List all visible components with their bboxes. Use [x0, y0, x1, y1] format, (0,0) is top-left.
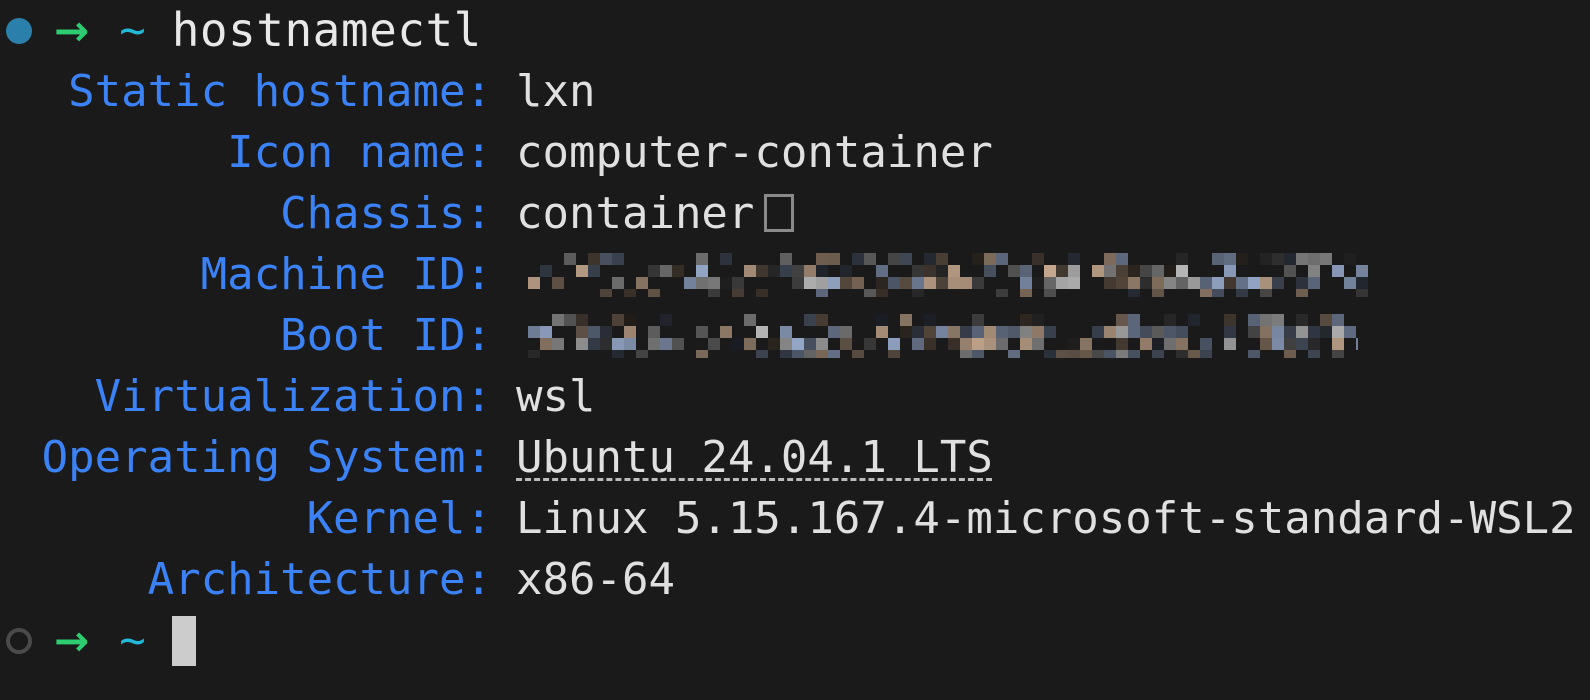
- output-row-label: Static hostname:: [68, 66, 492, 117]
- output-row: Virtualization: wsl: [0, 366, 1590, 427]
- output-row: Machine ID:: [0, 244, 1590, 305]
- output-row-value: Linux 5.15.167.4-microsoft-standard-WSL2: [516, 493, 1576, 544]
- output-row-label: Operating System:: [41, 432, 492, 483]
- output-row-value: computer-container: [516, 127, 993, 178]
- output-row-value: wsl: [516, 371, 596, 422]
- next-prompt-line[interactable]: → ~: [0, 610, 1590, 671]
- arrow-right-icon: →: [54, 5, 90, 55]
- arrow-right-icon: →: [54, 615, 90, 665]
- text-cursor[interactable]: [171, 615, 196, 666]
- prompt-cwd: ~: [119, 615, 146, 666]
- output-row-label: Kernel:: [306, 493, 492, 544]
- output-row-label: Architecture:: [147, 554, 492, 605]
- output-row: Architecture: x86-64: [0, 549, 1590, 610]
- output-row: Kernel: Linux 5.15.167.4-microsoft-standa…: [0, 488, 1590, 549]
- output-row-label: Chassis:: [280, 188, 492, 239]
- output-row-value[interactable]: Ubuntu 24.04.1 LTS: [492, 427, 1590, 488]
- terminal-window[interactable]: → ~ hostnamectl Static hostname: lxn Icon …: [0, 0, 1590, 700]
- prompt-cwd: ~: [119, 5, 146, 56]
- missing-glyph-box-icon: [764, 194, 795, 232]
- output-row-label: Icon name:: [227, 127, 492, 178]
- output-row-value: lxn: [516, 66, 596, 117]
- output-row-value-redacted: [492, 305, 1590, 366]
- output-row-label: Boot ID:: [280, 310, 492, 361]
- output-row: Icon name: computer-container: [0, 122, 1590, 183]
- command-prompt-line: → ~ hostnamectl: [0, 0, 1590, 61]
- output-row: Static hostname: lxn: [0, 61, 1590, 122]
- output-row-label: Machine ID:: [200, 249, 492, 300]
- output-row: Chassis: container: [0, 183, 1590, 244]
- output-row: Boot ID:: [0, 305, 1590, 366]
- hostnamectl-output: Static hostname: lxn Icon name: computer-co…: [0, 61, 1590, 610]
- output-row-value: container: [492, 183, 1590, 244]
- prompt-command: hostnamectl: [171, 3, 482, 57]
- output-row-value-redacted: [492, 244, 1590, 305]
- filled-circle-icon: [6, 17, 32, 44]
- output-row-value-text: container: [516, 188, 755, 239]
- redacted-id-mosaic: [516, 253, 1368, 297]
- output-row-value: x86-64: [516, 554, 675, 605]
- output-row: Operating System: Ubuntu 24.04.1 LTS: [0, 427, 1590, 488]
- output-row-label: Virtualization:: [94, 371, 492, 422]
- hollow-circle-icon: [6, 627, 32, 654]
- redacted-id-mosaic: [516, 314, 1358, 358]
